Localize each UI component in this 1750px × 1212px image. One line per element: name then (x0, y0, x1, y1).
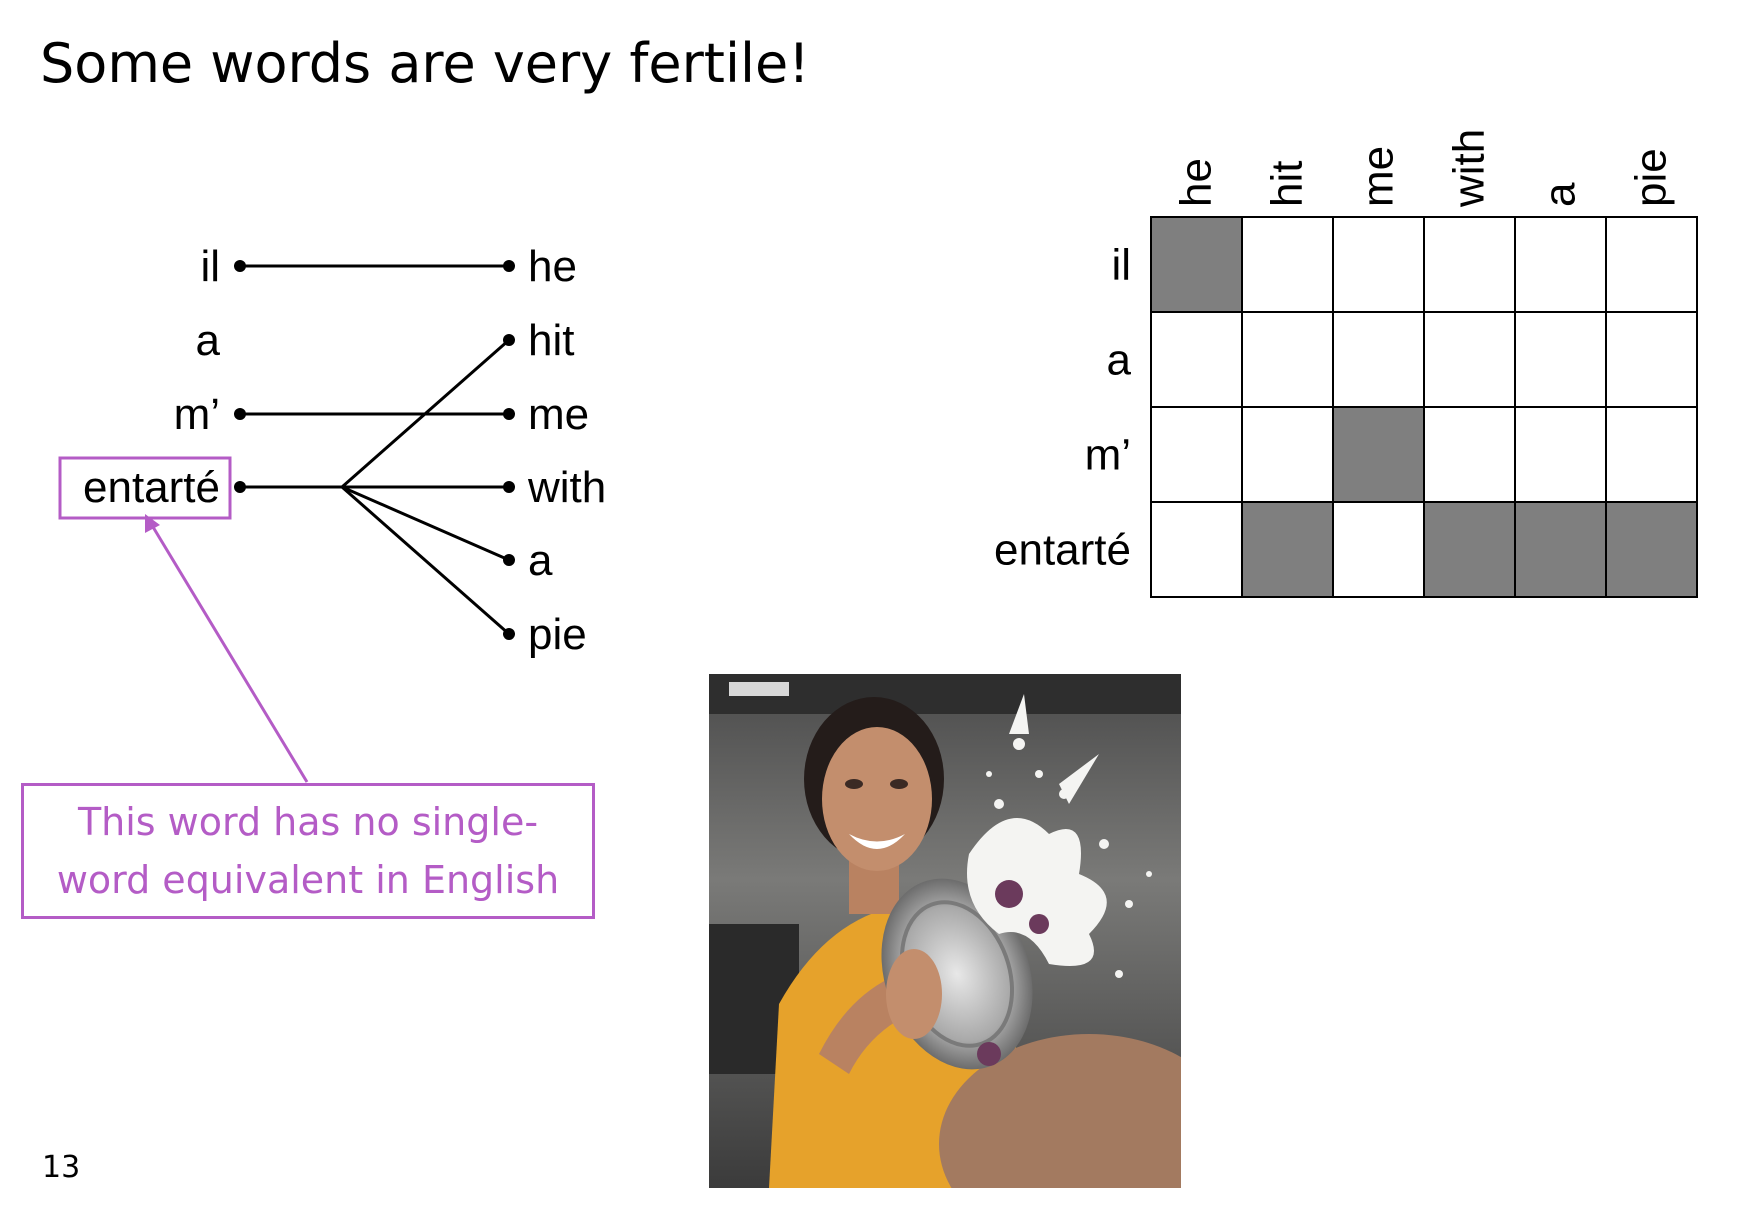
matrix-col-label-me-2: me (1354, 146, 1403, 207)
matrix-cells (1150, 216, 1698, 598)
matrix-col-label-he-0: he (1172, 158, 1221, 207)
matrix-cell-a-a (1514, 311, 1607, 408)
matrix-cell-il-pie (1605, 216, 1698, 313)
matrix-row-labels: il a m’ entarté (994, 241, 1132, 575)
matrix-cell-entarte-hit (1241, 501, 1334, 598)
matrix-cell-m-he (1150, 406, 1243, 503)
matrix-cell-il-a (1514, 216, 1607, 313)
pie-photo (709, 674, 1181, 1188)
matrix-cell-il-me (1332, 216, 1425, 313)
matrix-cell-m-with (1423, 406, 1516, 503)
matrix-cell-il-he (1150, 216, 1243, 313)
matrix-cell-entarte-pie (1605, 501, 1698, 598)
matrix-col-label-hit-1: hit (1263, 161, 1312, 207)
matrix-cell-il-hit (1241, 216, 1334, 313)
matrix-col-label-pie-5: pie (1627, 148, 1676, 207)
matrix-col-label-with-3: with (1445, 129, 1494, 208)
matrix-cell-m-me (1332, 406, 1425, 503)
matrix-cell-il-with (1423, 216, 1516, 313)
matrix-cell-entarte-me (1332, 501, 1425, 598)
matrix-cell-a-with (1423, 311, 1516, 408)
matrix-cell-m-a (1514, 406, 1607, 503)
matrix-row-label-a: a (1107, 336, 1132, 385)
matrix-col-label-a-4: a (1536, 182, 1585, 207)
matrix-col-labels: he hit me with a pie (1172, 129, 1676, 208)
matrix-row-label-il: il (1111, 241, 1131, 290)
matrix-row-label-m: m’ (1085, 431, 1131, 480)
pie-photo-illustration (709, 674, 1181, 1188)
matrix-cell-m-pie (1605, 406, 1698, 503)
matrix-cell-entarte-with (1423, 501, 1516, 598)
matrix-cell-entarte-he (1150, 501, 1243, 598)
matrix-row-label-entarte: entarté (994, 526, 1131, 575)
matrix-cell-a-pie (1605, 311, 1698, 408)
page-number: 13 (42, 1150, 81, 1185)
matrix-cell-a-he (1150, 311, 1243, 408)
matrix-cell-m-hit (1241, 406, 1334, 503)
matrix-cell-a-me (1332, 311, 1425, 408)
matrix-cell-a-hit (1241, 311, 1334, 408)
matrix-cell-entarte-a (1514, 501, 1607, 598)
